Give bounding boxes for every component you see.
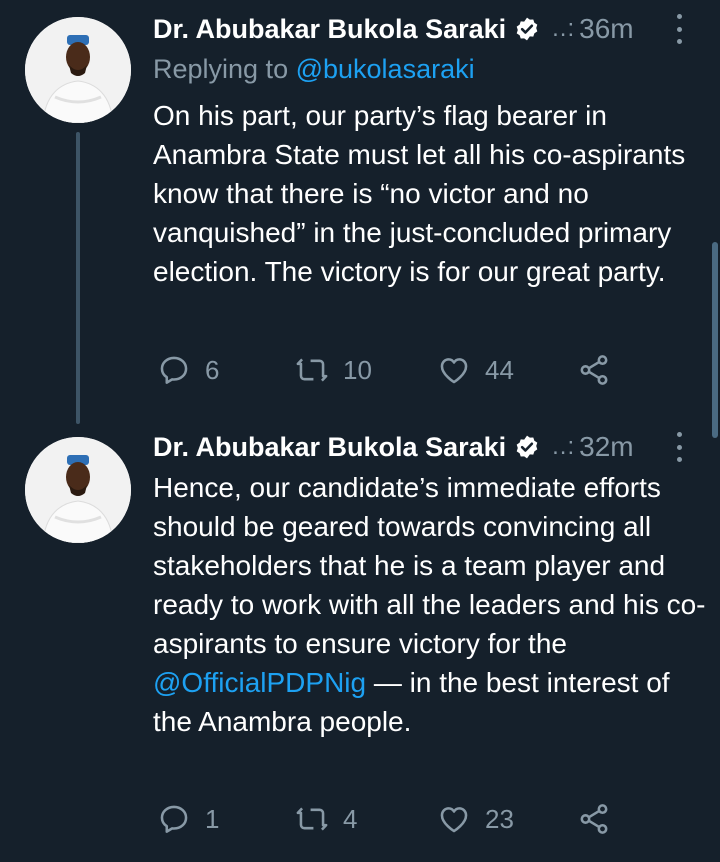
avatar[interactable] <box>25 17 131 123</box>
replying-to: Replying to @bukolasaraki <box>153 54 475 85</box>
reply-icon <box>160 356 188 384</box>
like-count: 23 <box>485 803 514 834</box>
verified-badge-icon <box>516 17 538 41</box>
tweet-text-part: Hence, our candidate’s immediate efforts… <box>153 472 706 659</box>
retweet-count: 4 <box>343 803 358 834</box>
author-name[interactable]: Dr. Abubakar Bukola Saraki <box>153 432 506 463</box>
share-button[interactable] <box>577 801 611 837</box>
timestamp[interactable]: 36m <box>579 13 633 45</box>
retweet-icon <box>296 807 328 831</box>
share-icon <box>580 804 608 834</box>
reply-count: 1 <box>205 803 220 834</box>
tweet-text: Hence, our candidate’s immediate efforts… <box>153 468 708 741</box>
tweet-header: Dr. Abubakar Bukola Saraki ..: 32m <box>153 427 634 467</box>
retweet-icon <box>296 358 328 382</box>
replying-prefix: Replying to <box>153 54 296 84</box>
like-button[interactable]: 23 <box>437 801 514 837</box>
tweet-2[interactable]: Dr. Abubakar Bukola Saraki ..: 32m Hence… <box>0 430 720 862</box>
reply-button[interactable]: 6 <box>157 352 219 388</box>
tweet-actions: 1 4 23 <box>157 801 627 837</box>
share-icon <box>580 355 608 385</box>
tweet-text: On his part, our party’s flag bearer in … <box>153 100 686 287</box>
reply-button[interactable]: 1 <box>157 801 219 837</box>
author-name[interactable]: Dr. Abubakar Bukola Saraki <box>153 14 506 45</box>
separator: ..: <box>552 15 576 42</box>
tweet-header: Dr. Abubakar Bukola Saraki ..: 36m <box>153 9 634 49</box>
like-button[interactable]: 44 <box>437 352 514 388</box>
avatar-image <box>25 17 131 123</box>
like-count: 44 <box>485 354 514 385</box>
reply-icon <box>160 805 188 833</box>
heart-icon <box>440 358 468 384</box>
timestamp[interactable]: 32m <box>579 431 633 463</box>
avatar[interactable] <box>25 437 131 543</box>
retweet-count: 10 <box>343 354 372 385</box>
retweet-button[interactable]: 10 <box>295 352 372 388</box>
share-button[interactable] <box>577 352 611 388</box>
thread-line <box>76 132 80 424</box>
tweet-1[interactable]: Dr. Abubakar Bukola Saraki ..: 36m Reply… <box>0 0 720 430</box>
avatar-image <box>25 437 131 543</box>
tweet-actions: 6 10 44 <box>157 352 627 388</box>
retweet-button[interactable]: 4 <box>295 801 357 837</box>
reply-count: 6 <box>205 354 220 385</box>
mention-link[interactable]: @OfficialPDPNig <box>153 667 366 698</box>
replying-handle-link[interactable]: @bukolasaraki <box>296 54 475 84</box>
verified-badge-icon <box>516 435 538 459</box>
more-vertical-icon[interactable] <box>672 432 686 462</box>
separator: ..: <box>552 433 576 460</box>
more-vertical-icon[interactable] <box>672 14 686 44</box>
scrollbar[interactable] <box>712 242 718 438</box>
heart-icon <box>440 807 468 833</box>
